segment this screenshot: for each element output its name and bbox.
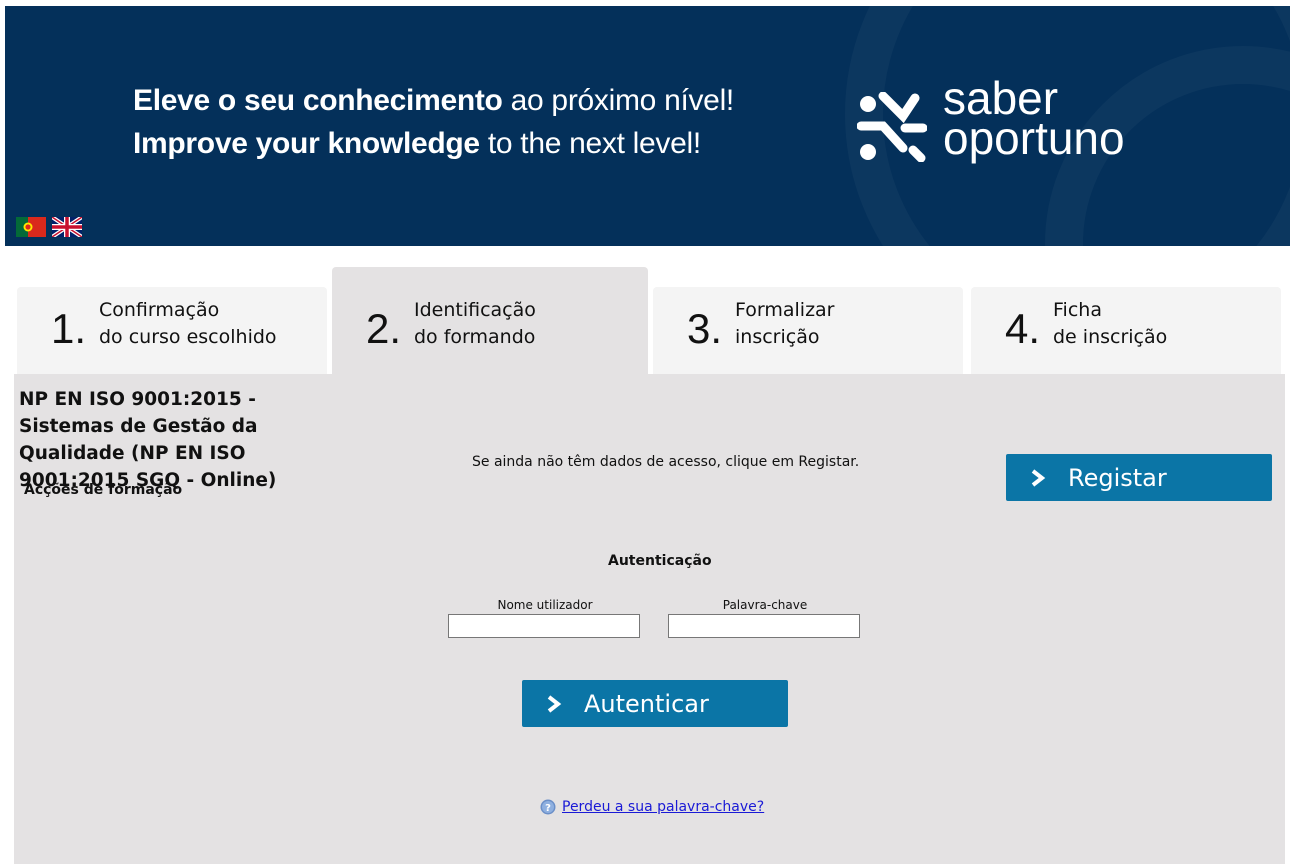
- step-label-line1: Identificação: [414, 299, 536, 321]
- tagline-pt-light: ao próximo nível!: [502, 84, 735, 117]
- authenticate-button[interactable]: Autenticar: [522, 680, 788, 727]
- course-category: Acções de formação: [24, 482, 183, 498]
- step-label: Identificação do formando: [414, 297, 536, 351]
- language-selector: [16, 217, 82, 237]
- identification-panel: NP EN ISO 9001:2015 - Sistemas de Gestão…: [14, 374, 1285, 864]
- logo-line-2: oportuno: [943, 112, 1125, 164]
- register-button-label: Registar: [1068, 463, 1167, 492]
- course-title: NP EN ISO 9001:2015 - Sistemas de Gestão…: [19, 389, 277, 491]
- logo-mark-icon: [857, 92, 927, 162]
- header-banner: Eleve o seu conhecimento ao próximo níve…: [5, 6, 1290, 246]
- tagline-en-light: to the next level!: [479, 127, 701, 160]
- step-tab-2[interactable]: 2. Identificação do formando: [332, 267, 648, 375]
- svg-text:?: ?: [545, 803, 551, 814]
- password-label: Palavra-chave: [722, 598, 808, 612]
- portugal-flag-icon[interactable]: [16, 217, 46, 237]
- uk-flag-icon[interactable]: [52, 217, 82, 237]
- step-label-line2: inscrição: [735, 326, 820, 348]
- step-label-line2: do formando: [414, 326, 536, 348]
- step-number: 3.: [687, 305, 723, 352]
- step-label-line1: Confirmação: [99, 299, 220, 321]
- step-label-line2: do curso escolhido: [99, 326, 277, 348]
- register-message: Se ainda não têm dados de acesso, clique…: [472, 454, 860, 470]
- chevron-right-icon: [1030, 468, 1068, 487]
- step-number: 4.: [1005, 305, 1041, 352]
- auth-title: Autenticação: [608, 553, 712, 569]
- saber-oportuno-logo: saber oportuno: [857, 75, 1157, 176]
- username-input[interactable]: [448, 614, 640, 638]
- step-label: Confirmação do curso escolhido: [99, 297, 277, 351]
- step-number: 1.: [51, 305, 87, 352]
- step-tab-3[interactable]: 3. Formalizar inscrição: [653, 287, 963, 375]
- step-number: 2.: [366, 305, 402, 352]
- tagline-portuguese: Eleve o seu conhecimento ao próximo níve…: [133, 84, 734, 118]
- step-label-line1: Formalizar: [735, 299, 835, 321]
- authenticate-button-label: Autenticar: [584, 689, 709, 718]
- logo-text: saber oportuno: [943, 75, 1125, 164]
- chevron-right-icon: [546, 694, 584, 713]
- tagline-en-bold: Improve your knowledge: [133, 127, 480, 160]
- step-label: Formalizar inscrição: [735, 297, 835, 351]
- step-tab-4[interactable]: 4. Ficha de inscrição: [971, 287, 1281, 375]
- help-icon: ?: [540, 799, 556, 815]
- forgot-password-link[interactable]: Perdeu a sua palavra-chave?: [562, 799, 764, 815]
- username-label: Nome utilizador: [497, 598, 593, 612]
- tagline-english: Improve your knowledge to the next level…: [133, 127, 701, 161]
- step-label: Ficha de inscrição: [1053, 297, 1167, 351]
- password-input[interactable]: [668, 614, 860, 638]
- register-button[interactable]: Registar: [1006, 454, 1272, 501]
- step-label-line1: Ficha: [1053, 299, 1102, 321]
- step-tab-1[interactable]: 1. Confirmação do curso escolhido: [17, 287, 327, 375]
- step-label-line2: de inscrição: [1053, 326, 1168, 348]
- forgot-password: ? Perdeu a sua palavra-chave?: [540, 799, 764, 815]
- tagline-pt-bold: Eleve o seu conhecimento: [133, 84, 503, 117]
